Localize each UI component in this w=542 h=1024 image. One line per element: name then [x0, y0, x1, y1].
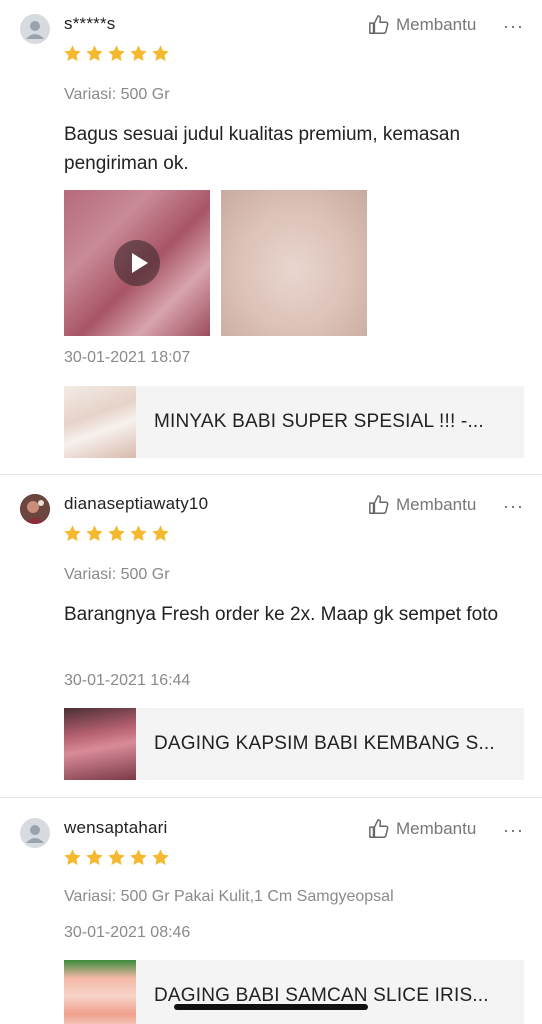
more-options-icon[interactable]: ··· [503, 17, 524, 35]
product-link[interactable]: DAGING KAPSIM BABI KEMBANG S... [64, 708, 524, 780]
review-comment: Bagus sesuai judul kualitas premium, kem… [64, 124, 461, 174]
product-link[interactable]: MINYAK BABI SUPER SPESIAL !!! -... [64, 386, 524, 458]
review-card: wensaptahari Membantu ··· Variasi: 500 G… [0, 798, 542, 1024]
thumbs-up-icon [369, 819, 389, 838]
star-icon [64, 45, 81, 61]
helpful-label: Membantu [396, 495, 477, 514]
review-date: 30-01-2021 18:07 [64, 349, 191, 366]
helpful-button[interactable]: Membantu [368, 494, 476, 516]
default-user-icon [26, 21, 44, 39]
reviewer-name[interactable]: wensaptahari [64, 818, 168, 838]
star-icon [108, 849, 125, 865]
star-icon [152, 849, 169, 865]
star-icon [108, 45, 125, 61]
review-photo[interactable] [221, 190, 367, 336]
rating-stars [63, 848, 170, 867]
avatar[interactable] [20, 14, 50, 44]
star-icon [64, 849, 81, 865]
user-photo-icon [20, 494, 50, 524]
variant-label: Variasi: 500 Gr Pakai Kulit,1 Cm Samgyeo… [64, 888, 394, 905]
rating-stars [63, 524, 170, 543]
review-card: dianaseptiawaty10 Membantu ··· Variasi: … [0, 474, 542, 798]
helpful-label: Membantu [396, 819, 477, 838]
review-date: 30-01-2021 08:46 [64, 924, 191, 941]
product-thumbnail [64, 708, 136, 780]
product-thumbnail [64, 960, 136, 1024]
helpful-label: Membantu [396, 15, 477, 34]
default-user-icon [26, 825, 44, 843]
reviewer-name[interactable]: dianaseptiawaty10 [64, 494, 208, 514]
more-options-icon[interactable]: ··· [503, 497, 524, 515]
rating-stars [63, 44, 170, 63]
product-link[interactable]: DAGING BABI SAMCAN SLICE IRIS... [64, 960, 524, 1024]
product-name: MINYAK BABI SUPER SPESIAL !!! -... [154, 411, 484, 432]
avatar[interactable] [20, 494, 50, 524]
review-video-thumbnail[interactable] [64, 190, 210, 336]
helpful-button[interactable]: Membantu [368, 14, 476, 36]
review-card: s*****s Membantu ··· Variasi: 500 Gr Bag… [0, 0, 542, 474]
star-icon [86, 849, 103, 865]
more-options-icon[interactable]: ··· [503, 821, 524, 839]
review-date: 30-01-2021 16:44 [64, 672, 191, 689]
product-name: DAGING KAPSIM BABI KEMBANG S... [154, 733, 495, 754]
variant-label: Variasi: 500 Gr [64, 566, 170, 583]
star-icon [86, 45, 103, 61]
star-icon [152, 525, 169, 541]
star-icon [108, 525, 125, 541]
star-icon [130, 849, 147, 865]
home-indicator[interactable] [174, 1004, 368, 1010]
star-icon [130, 45, 147, 61]
star-icon [64, 525, 81, 541]
star-icon [152, 45, 169, 61]
play-icon[interactable] [114, 240, 160, 286]
star-icon [130, 525, 147, 541]
thumbs-up-icon [369, 495, 389, 514]
reviewer-name[interactable]: s*****s [64, 14, 115, 34]
star-icon [86, 525, 103, 541]
review-comment: Barangnya Fresh order ke 2x. Maap gk sem… [64, 604, 499, 625]
variant-label: Variasi: 500 Gr [64, 86, 170, 103]
thumbs-up-icon [369, 15, 389, 34]
helpful-button[interactable]: Membantu [368, 818, 476, 840]
product-thumbnail [64, 386, 136, 458]
avatar[interactable] [20, 818, 50, 848]
